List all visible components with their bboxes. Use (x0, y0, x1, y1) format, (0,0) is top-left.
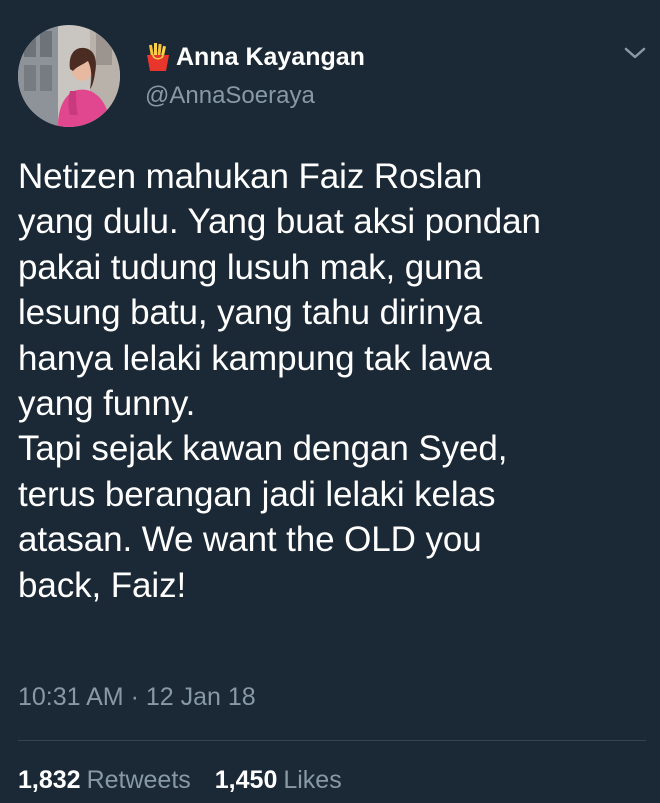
tweet-text-line: atasan. We want the OLD you (18, 520, 482, 560)
tweet-text-line: pakai tudung lusuh mak, guna (18, 247, 483, 287)
tweet-text-line: hanya lelaki kampung tak lawa (18, 338, 492, 378)
tweet-text-line: back, Faiz! (18, 565, 187, 605)
tweet-text: Netizen mahukan Faiz Roslan yang dulu. Y… (18, 154, 643, 608)
author-handle[interactable]: @AnnaSoeraya (145, 82, 315, 110)
avatar[interactable] (18, 25, 120, 127)
avatar-image (18, 25, 120, 127)
tweet-text-line: yang funny. (18, 384, 196, 424)
tweet-text-line: lesung batu, yang tahu dirinya (18, 293, 482, 333)
tweet-text-line: yang dulu. Yang buat aksi pondan (18, 202, 541, 242)
tweet-text-line: terus berangan jadi lelaki kelas (18, 474, 496, 514)
tweet-text-line: Netizen mahukan Faiz Roslan (18, 157, 483, 196)
french-fries-icon (147, 43, 169, 71)
retweets-stat[interactable]: 1,832 Retweets (18, 766, 191, 795)
likes-count: 1,450 (214, 766, 278, 794)
tweet-timestamp[interactable]: 10:31 AM · 12 Jan 18 (18, 683, 256, 712)
retweets-count: 1,832 (18, 766, 81, 794)
tweet-card: Anna Kayangan @AnnaSoeraya Netizen mahuk… (0, 0, 660, 803)
author-display-name: Anna Kayangan (176, 42, 365, 71)
author-name-row[interactable]: Anna Kayangan (143, 40, 365, 74)
tweet-text-line: Tapi sejak kawan dengan Syed, (18, 429, 508, 469)
divider (18, 740, 646, 741)
likes-label: Likes (283, 766, 342, 794)
chevron-down-icon[interactable] (622, 44, 648, 62)
retweets-label: Retweets (86, 766, 191, 794)
tweet-stats: 1,832 Retweets 1,450 Likes (18, 766, 342, 795)
likes-stat[interactable]: 1,450 Likes (215, 766, 342, 795)
